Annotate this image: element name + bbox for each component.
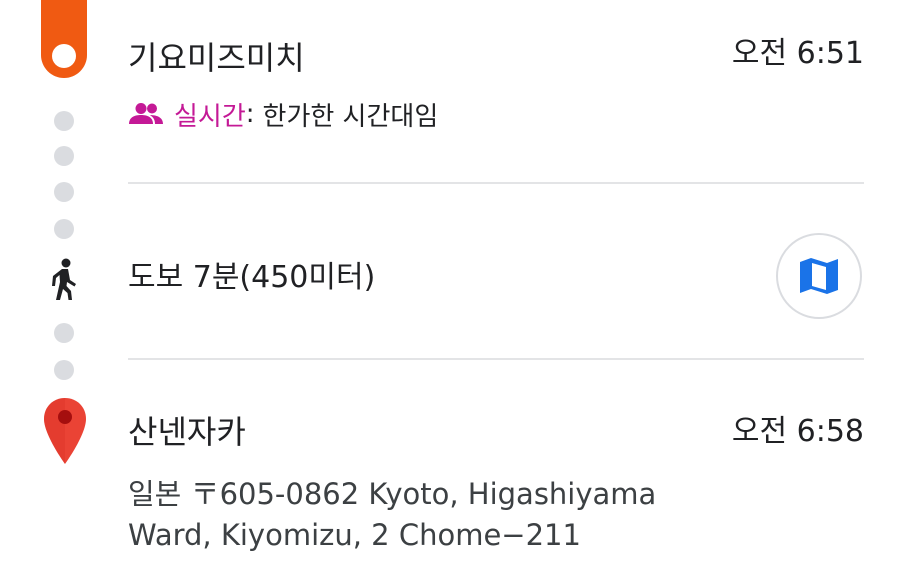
destination-stop-name[interactable]: 산넨자카 [128, 412, 246, 452]
destination-arrival-time: 오전 6:58 [731, 414, 864, 449]
address-line: Ward, Kiyomizu, 2 Chome−211 [128, 518, 581, 552]
realtime-busyness-text: 한가한 시간대임 [262, 101, 439, 132]
location-pin-icon [44, 398, 86, 464]
origin-stop-name[interactable]: 기요미즈미치 [128, 38, 305, 78]
origin-marker-hole [52, 44, 76, 68]
route-dot [54, 111, 74, 131]
people-icon [129, 103, 163, 124]
divider [128, 358, 864, 360]
realtime-label: 실시간 [174, 101, 246, 132]
origin-marker-icon [41, 0, 87, 78]
walking-person-icon [52, 258, 76, 300]
route-dot [54, 360, 74, 380]
realtime-separator: : [245, 99, 255, 129]
route-dot [54, 182, 74, 202]
route-dot [54, 219, 74, 239]
route-dot [54, 323, 74, 343]
walk-duration: 도보 7분(450미터) [128, 260, 376, 295]
destination-address: 일본 〒605-0862 Kyoto, Higashiyama Ward, Ki… [128, 474, 728, 556]
address-line: 일본 〒605-0862 Kyoto, Higashiyama [128, 477, 657, 511]
realtime-status: 실시간 : 한가한 시간대임 [128, 96, 438, 132]
origin-departure-time: 오전 6:51 [731, 36, 864, 71]
divider [128, 182, 864, 184]
view-map-button[interactable] [776, 233, 862, 319]
map-icon [800, 258, 838, 294]
route-dot [54, 146, 74, 166]
